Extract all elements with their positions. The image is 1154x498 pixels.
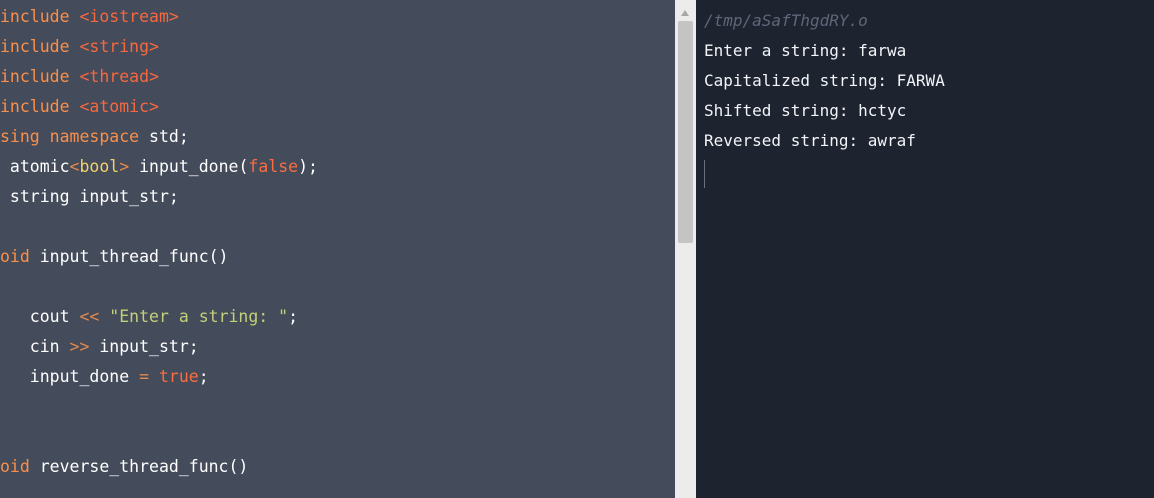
- code-line: include <thread>: [0, 62, 159, 92]
- code-token: input_str;: [89, 337, 199, 356]
- code-token: sing namespace: [0, 127, 150, 146]
- output-line: Capitalized string: FARWA: [704, 71, 945, 90]
- code-token: input_done: [0, 367, 140, 386]
- code-token: ;: [198, 367, 209, 386]
- code-line: cout << "Enter a string: ";: [0, 302, 298, 332]
- code-token: bool: [79, 157, 120, 176]
- code-line: oid input_thread_func(): [0, 242, 229, 272]
- code-token: <: [69, 157, 80, 176]
- code-token: <thread>: [79, 67, 159, 86]
- code-token: input_done(: [139, 157, 249, 176]
- code-token: <atomic>: [79, 97, 159, 116]
- code-line: include <string>: [0, 32, 159, 62]
- code-token: cout: [0, 307, 80, 326]
- output-line: Reversed string: awraf: [704, 131, 916, 150]
- code-token: include: [0, 97, 80, 116]
- code-token: =: [139, 367, 150, 386]
- output-line: Shifted string: hctyc: [704, 101, 907, 120]
- code-line: include <iostream>: [0, 2, 179, 32]
- code-token: input_thread_func(): [39, 247, 229, 266]
- code-token: include: [0, 7, 80, 26]
- code-token: );: [298, 157, 318, 176]
- code-line: sing namespace std;: [0, 122, 189, 152]
- scroll-up-arrow-icon[interactable]: [681, 10, 689, 16]
- output-file-path: /tmp/aSafThgdRY.o: [704, 11, 868, 30]
- code-token: include: [0, 67, 80, 86]
- code-token: oid: [0, 457, 40, 476]
- code-line: atomic<bool> input_done(false);: [0, 152, 318, 182]
- code-token: string input_str;: [0, 187, 179, 206]
- code-line: string input_str;: [0, 182, 179, 212]
- code-token: oid: [0, 247, 40, 266]
- code-token: >>: [69, 337, 90, 356]
- code-token: include: [0, 37, 80, 56]
- code-editor[interactable]: include <iostream> include <string> includ…: [0, 0, 675, 498]
- code-line: input_done = true;: [0, 362, 209, 392]
- compiler-workspace: include <iostream> include <string> includ…: [0, 0, 1154, 498]
- code-token: >: [119, 157, 140, 176]
- code-token: true: [158, 367, 199, 386]
- scroll-thumb[interactable]: [678, 21, 693, 243]
- code-token: <<: [79, 307, 100, 326]
- code-token: "Enter a string: ": [109, 307, 289, 326]
- code-token: ;: [288, 307, 299, 326]
- code-token: false: [248, 157, 299, 176]
- input-cursor: [704, 160, 705, 188]
- code-token: atomic: [0, 157, 70, 176]
- code-token: std;: [149, 127, 189, 146]
- editor-scrollbar[interactable]: [675, 0, 696, 498]
- code-line: cin >> input_str;: [0, 332, 199, 362]
- output-console[interactable]: /tmp/aSafThgdRY.o Enter a string: farwa …: [696, 0, 1154, 498]
- code-token: reverse_thread_func(): [39, 457, 249, 476]
- code-token: <iostream>: [79, 7, 179, 26]
- code-token: <string>: [79, 37, 159, 56]
- code-token: cin: [0, 337, 70, 356]
- code-line: oid reverse_thread_func(): [0, 452, 248, 482]
- code-line: include <atomic>: [0, 92, 159, 122]
- output-line: Enter a string: farwa: [704, 41, 907, 60]
